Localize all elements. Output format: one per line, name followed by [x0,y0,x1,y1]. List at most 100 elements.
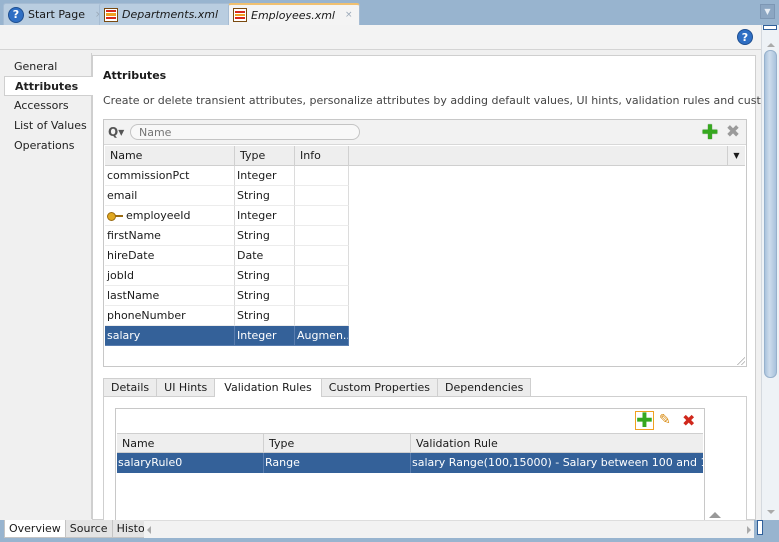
scroll-corner [757,520,763,535]
editor-view-tabs: Overview Source History [4,520,161,538]
close-icon[interactable]: × [345,10,353,20]
add-rule-button[interactable]: ✚ [635,410,654,430]
horizontal-scrollbar[interactable] [144,520,754,538]
table-row[interactable]: salaryRule0 Range salary Range(100,15000… [117,453,703,473]
scroll-up-arrow[interactable] [709,512,721,518]
validation-rules-box: ✚ ✎ ✖ Name Type Validation Rule salaryRu… [115,408,705,523]
edit-rule-button[interactable]: ✎ [659,412,671,428]
tab-dependencies[interactable]: Dependencies [437,378,532,396]
column-header-info[interactable]: Info [295,146,349,166]
tab-ui-hints[interactable]: UI Hints [156,378,216,396]
tab-employees-xml[interactable]: Employees.xml × [228,3,360,25]
scroll-up-arrow[interactable] [767,43,775,47]
scroll-corner [763,25,777,30]
add-attribute-button[interactable]: ✚ [701,122,719,142]
document-tab-strip: ? Start Page × Departments.xml × Employe… [0,0,779,25]
tab-label: Employees.xml [251,8,335,22]
rule-name-cell: salaryRule0 [117,453,264,473]
tab-list-dropdown-button[interactable]: ▼ [760,4,775,19]
attribute-name-cell: firstName [105,226,235,246]
attribute-name: salary [107,329,141,342]
table-row[interactable]: salary Integer Augmen... [105,326,745,346]
nav-item-attributes[interactable]: Attributes [4,76,93,96]
attribute-name-cell: email [105,186,235,206]
attribute-type-cell: Integer [235,326,295,346]
table-row[interactable]: lastName String [105,286,745,306]
attribute-name: lastName [107,289,160,302]
tab-details[interactable]: Details [103,378,158,396]
attribute-type-cell: String [235,186,295,206]
tab-start-page[interactable]: ? Start Page × [3,3,110,25]
attribute-name-cell: salary [105,326,235,346]
attribute-name: phoneNumber [107,309,186,322]
editor-area: ? General Attributes Accessors List of V… [0,25,779,523]
attribute-name-cell: commissionPct [105,166,235,186]
rule-definition-cell: salary Range(100,15000) - Salary between… [411,453,703,473]
table-row[interactable]: jobId String [105,266,745,286]
left-navigation: General Attributes Accessors List of Val… [4,53,93,519]
tab-departments-xml[interactable]: Departments.xml × [99,3,243,25]
vertical-scrollbar[interactable] [761,25,779,520]
delete-rule-button[interactable]: ✖ [682,411,695,430]
column-header-type[interactable]: Type [264,434,411,453]
attribute-name: jobId [107,269,134,282]
table-row[interactable]: employeeId Integer [105,206,745,226]
attributes-toolbar: Q▾ ✚ ✖ [104,120,746,145]
table-row[interactable]: hireDate Date [105,246,745,266]
attribute-info-cell [295,306,349,326]
validation-rules-table: Name Type Validation Rule salaryRule0 Ra… [117,433,703,473]
attribute-type-cell: String [235,266,295,286]
attribute-name: commissionPct [107,169,190,182]
scroll-left-arrow[interactable] [147,526,151,534]
attribute-info-cell [295,226,349,246]
attribute-name-cell: hireDate [105,246,235,266]
column-header-filler [349,146,727,166]
column-header-name[interactable]: Name [117,434,264,453]
attribute-type-cell: String [235,226,295,246]
delete-attribute-button[interactable]: ✖ [724,122,742,142]
attribute-search-input[interactable] [130,124,360,140]
attribute-info-cell [295,286,349,306]
help-button[interactable]: ? [737,29,753,45]
column-header-name[interactable]: Name [105,146,235,166]
column-header-validation-rule[interactable]: Validation Rule [411,434,703,453]
tab-label: Departments.xml [122,8,219,21]
column-menu-button[interactable]: ▼ [727,146,745,165]
attribute-name: email [107,189,138,202]
table-row[interactable]: commissionPct Integer [105,166,745,186]
attribute-type-cell: String [235,286,295,306]
tab-source[interactable]: Source [64,520,113,538]
column-header-type[interactable]: Type [235,146,295,166]
attribute-info-cell [295,206,349,226]
search-options-icon[interactable]: Q▾ [108,125,124,139]
table-header: Name Type Info ▼ [105,146,745,166]
attributes-page: Attributes Create or delete transient at… [92,55,779,523]
nav-item-general[interactable]: General [4,57,92,77]
attribute-type-cell: Integer [235,206,295,226]
tab-custom-properties[interactable]: Custom Properties [320,378,439,396]
nav-item-list-of-values[interactable]: List of Values [4,116,92,136]
scroll-thumb[interactable] [764,50,777,378]
attribute-name-cell: jobId [105,266,235,286]
attribute-name: hireDate [107,249,155,262]
attribute-info-cell [295,266,349,286]
scroll-down-arrow[interactable] [767,510,775,514]
nav-item-operations[interactable]: Operations [4,136,92,156]
attribute-info-cell [295,246,349,266]
tab-validation-rules[interactable]: Validation Rules [214,378,322,397]
validation-toolbar: ✚ ✎ ✖ [116,409,704,433]
xml-file-icon [104,7,118,22]
detail-tabs: Details UI Hints Validation Rules Custom… [103,378,532,397]
table-row[interactable]: firstName String [105,226,745,246]
attribute-info-cell [295,186,349,206]
table-row[interactable]: phoneNumber String [105,306,745,326]
table-row[interactable]: email String [105,186,745,206]
validation-rules-panel: ✚ ✎ ✖ Name Type Validation Rule salaryRu… [103,396,747,523]
tab-overview[interactable]: Overview [4,520,66,538]
resize-grip[interactable] [737,357,745,365]
attribute-info-cell: Augmen... [295,326,349,346]
table-header: Name Type Validation Rule [117,433,703,453]
scroll-right-arrow[interactable] [747,526,751,534]
nav-item-accessors[interactable]: Accessors [4,96,92,116]
page-title: Attributes [103,69,167,82]
